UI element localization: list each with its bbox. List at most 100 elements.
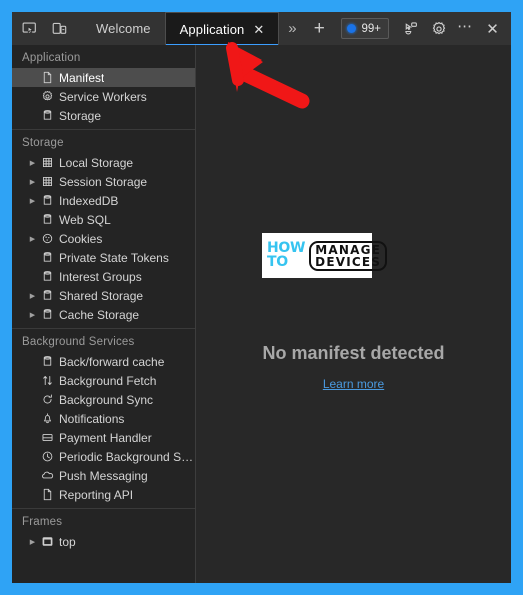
database-icon bbox=[39, 109, 56, 122]
table-icon bbox=[39, 156, 56, 169]
gear-icon[interactable] bbox=[425, 17, 452, 41]
sidebar-section-title-frames: Frames bbox=[22, 516, 63, 528]
database-icon bbox=[39, 289, 56, 302]
learn-more-link[interactable]: Learn more bbox=[196, 377, 511, 391]
sidebar-item-manifest[interactable]: ▶Manifest bbox=[12, 68, 195, 87]
sidebar-item-web-sql[interactable]: ▶Web SQL bbox=[12, 210, 195, 229]
sidebar-item-label: Private State Tokens bbox=[59, 250, 169, 265]
chevron-right-icon[interactable]: ▶ bbox=[26, 235, 39, 243]
sidebar-item-private-state-tokens[interactable]: ▶Private State Tokens bbox=[12, 248, 195, 267]
close-icon[interactable]: ✕ bbox=[253, 23, 264, 36]
sidebar-item-background-fetch[interactable]: ▶Background Fetch bbox=[12, 371, 195, 390]
sidebar-item-cache-storage[interactable]: ▶ Cache Storage bbox=[12, 305, 195, 324]
sidebar-item-payment-handler[interactable]: ▶Payment Handler bbox=[12, 428, 195, 447]
device-toolbar-icon[interactable] bbox=[46, 17, 72, 41]
sidebar-item-shared-storage[interactable]: ▶ Shared Storage bbox=[12, 286, 195, 305]
chevron-right-icon[interactable]: ▶ bbox=[26, 178, 39, 186]
database-icon bbox=[39, 270, 56, 283]
sidebar-item-session-storage[interactable]: ▶ Session Storage bbox=[12, 172, 195, 191]
sidebar-item-indexeddb[interactable]: ▶ IndexedDB bbox=[12, 191, 195, 210]
watermark-devices: DEVICES bbox=[315, 254, 382, 269]
devtools-window: Welcome Application ✕ » + 99+ ⋯ ✕ Applic… bbox=[12, 12, 511, 583]
chevron-right-icon[interactable]: ▶ bbox=[26, 311, 39, 319]
document-icon bbox=[39, 488, 56, 501]
database-icon bbox=[39, 355, 56, 368]
sidebar-item-periodic-background-sync[interactable]: ▶Periodic Background Sync bbox=[12, 447, 195, 466]
table-icon bbox=[39, 175, 56, 188]
sync-icon bbox=[39, 393, 56, 406]
sidebar-item-label: Manifest bbox=[59, 70, 105, 85]
sidebar-item-reporting-api[interactable]: ▶Reporting API bbox=[12, 485, 195, 504]
sidebar-item-label: Shared Storage bbox=[59, 288, 144, 303]
empty-state-title: No manifest detected bbox=[262, 343, 445, 363]
devtools-tab-strip: Welcome Application ✕ bbox=[82, 12, 280, 46]
sidebar-item-label: Service Workers bbox=[59, 89, 147, 104]
watermark-manage: MANAGE bbox=[315, 242, 382, 257]
sidebar-item-label: Back/forward cache bbox=[59, 354, 165, 369]
devtools-toolbar: Welcome Application ✕ » + 99+ ⋯ ✕ bbox=[12, 12, 511, 46]
inspect-element-icon[interactable] bbox=[16, 17, 42, 41]
issue-dot-icon bbox=[347, 24, 357, 33]
close-devtools-icon[interactable]: ✕ bbox=[479, 17, 506, 41]
watermark-right: MANAGE DEVICES bbox=[309, 240, 388, 271]
issues-count: 99+ bbox=[361, 22, 381, 35]
sidebar-item-label: Notifications bbox=[59, 411, 125, 426]
tab-label: Welcome bbox=[96, 21, 151, 36]
sidebar-item-label: Storage bbox=[59, 108, 102, 123]
chevron-right-icon[interactable]: ▶ bbox=[26, 292, 39, 300]
sidebar-item-label: top bbox=[59, 534, 76, 549]
chevron-right-icon[interactable]: ▶ bbox=[26, 538, 39, 546]
bell-icon bbox=[39, 412, 56, 425]
cloud-icon bbox=[39, 469, 56, 482]
chevron-right-icon[interactable]: ▶ bbox=[26, 159, 39, 167]
sidebar-section-title-application: Application bbox=[22, 52, 81, 64]
sidebar-item-label: Periodic Background Sync bbox=[59, 449, 195, 464]
sidebar-item-label: Background Fetch bbox=[59, 373, 157, 388]
sidebar-item-push-messaging[interactable]: ▶Push Messaging bbox=[12, 466, 195, 485]
sidebar-item-cookies[interactable]: ▶ Cookies bbox=[12, 229, 195, 248]
arrows-updown-icon bbox=[39, 374, 56, 387]
sidebar-item-background-sync[interactable]: ▶Background Sync bbox=[12, 390, 195, 409]
issues-badge[interactable]: 99+ bbox=[341, 18, 389, 39]
sidebar-item-label: Push Messaging bbox=[59, 468, 148, 483]
document-icon bbox=[39, 71, 56, 84]
watermark-to: TO bbox=[267, 253, 288, 270]
application-sidebar: Application▶Manifest▶Service Workers▶Sto… bbox=[12, 45, 195, 583]
more-options-icon[interactable]: ⋯ bbox=[452, 14, 479, 43]
sidebar-item-interest-groups[interactable]: ▶Interest Groups bbox=[12, 267, 195, 286]
sidebar-item-label: Reporting API bbox=[59, 487, 134, 502]
sidebar-item-label: Session Storage bbox=[59, 174, 148, 189]
sidebar-item-top[interactable]: ▶ top bbox=[12, 532, 195, 551]
sidebar-item-service-workers[interactable]: ▶Service Workers bbox=[12, 87, 195, 106]
tab-welcome[interactable]: Welcome bbox=[82, 12, 165, 45]
screenshot-frame: Welcome Application ✕ » + 99+ ⋯ ✕ Applic… bbox=[0, 0, 523, 595]
sidebar-item-storage[interactable]: ▶Storage bbox=[12, 106, 195, 125]
sidebar-item-label: Web SQL bbox=[59, 212, 111, 227]
card-icon bbox=[39, 431, 56, 444]
sidebar-item-label: Cookies bbox=[59, 231, 103, 246]
database-icon bbox=[39, 308, 56, 321]
sidebar-item-notifications[interactable]: ▶Notifications bbox=[12, 409, 195, 428]
add-panel-button[interactable]: + bbox=[305, 12, 333, 45]
sidebar-item-label: Interest Groups bbox=[59, 269, 142, 284]
database-icon bbox=[39, 213, 56, 226]
clock-icon bbox=[39, 450, 56, 463]
sidebar-item-label: Cache Storage bbox=[59, 307, 140, 322]
sidebar-item-label: Local Storage bbox=[59, 155, 134, 170]
sidebar-item-label: IndexedDB bbox=[59, 193, 119, 208]
more-tabs-chevron-icon[interactable]: » bbox=[279, 12, 305, 45]
cursor-recording-icon[interactable] bbox=[398, 17, 425, 41]
watermark-left: HOW TO bbox=[267, 241, 305, 270]
tab-application[interactable]: Application ✕ bbox=[164, 12, 280, 46]
watermark-logo: HOW TO MANAGE DEVICES bbox=[262, 233, 388, 278]
sidebar-item-label: Payment Handler bbox=[59, 430, 152, 445]
tab-label: Application bbox=[179, 21, 245, 37]
manifest-panel: HOW TO MANAGE DEVICES No manifest detect… bbox=[196, 45, 511, 583]
database-icon bbox=[39, 251, 56, 264]
database-icon bbox=[39, 194, 56, 207]
sidebar-item-local-storage[interactable]: ▶ Local Storage bbox=[12, 153, 195, 172]
sidebar-item-back-forward-cache[interactable]: ▶Back/forward cache bbox=[12, 352, 195, 371]
frame-icon bbox=[39, 535, 56, 548]
toolbar-right-group: 99+ ⋯ ✕ bbox=[341, 14, 511, 43]
chevron-right-icon[interactable]: ▶ bbox=[26, 197, 39, 205]
